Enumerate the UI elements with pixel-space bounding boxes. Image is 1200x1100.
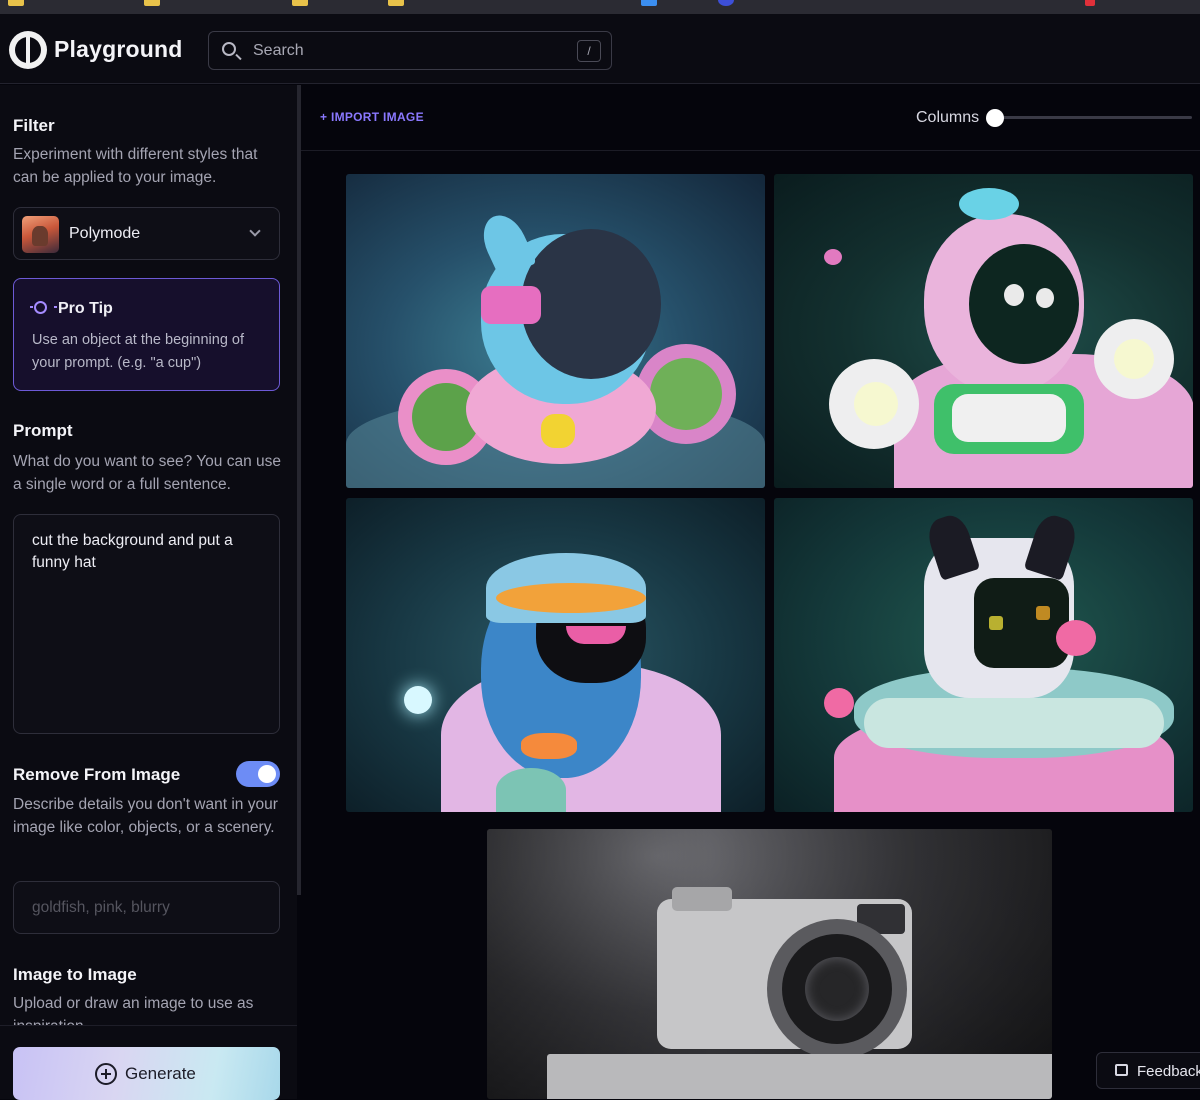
generate-footer: Generate: [0, 1025, 297, 1100]
sidebar: Filter Experiment with different styles …: [0, 85, 297, 1100]
filter-selected-label: Polymode: [69, 225, 141, 242]
search-input[interactable]: [253, 38, 553, 64]
generated-image[interactable]: [774, 498, 1193, 812]
remove-from-image-toggle[interactable]: [236, 761, 280, 787]
pro-tip-card: Pro Tip Use an object at the beginning o…: [13, 278, 280, 391]
pro-tip-text: Use an object at the beginning of your p…: [32, 332, 245, 371]
chevron-down-icon: [249, 225, 261, 237]
columns-slider-track[interactable]: [994, 116, 1192, 119]
message-icon: [1115, 1064, 1128, 1076]
folder-icon[interactable]: [292, 0, 308, 6]
plus-circle-icon: [95, 1063, 117, 1085]
playground-logo-icon[interactable]: [9, 31, 47, 69]
search-shortcut-badge: /: [577, 40, 601, 62]
lightbulb-icon: [30, 301, 57, 314]
prompt-textarea[interactable]: cut the background and put a funny hat: [13, 514, 280, 734]
generate-button[interactable]: Generate: [13, 1047, 280, 1100]
search-icon: [222, 42, 236, 56]
uploaded-image[interactable]: [487, 829, 1052, 1099]
feedback-button[interactable]: Feedback: [1096, 1052, 1200, 1089]
app-header: Playground /: [0, 14, 1200, 84]
generate-label: Generate: [125, 1064, 196, 1083]
filter-description: Experiment with different styles that ca…: [13, 146, 258, 186]
remove-from-image-title: Remove From Image: [13, 765, 181, 784]
bookmark-icon[interactable]: [718, 0, 734, 6]
columns-label: Columns: [916, 109, 980, 126]
search-bar[interactable]: /: [208, 31, 612, 70]
image-to-image-title: Image to Image: [13, 965, 137, 984]
folder-icon[interactable]: [388, 0, 404, 6]
canvas-toolbar: + IMPORT IMAGE Columns: [301, 85, 1200, 151]
generated-image[interactable]: [346, 174, 765, 488]
generated-image[interactable]: [774, 174, 1193, 488]
bookmark-icon[interactable]: [641, 0, 657, 6]
prompt-text[interactable]: cut the background and put a funny hat: [32, 530, 262, 574]
app-name[interactable]: Playground: [54, 36, 183, 63]
canvas-area: + IMPORT IMAGE Columns: [301, 85, 1200, 1099]
bookmarks-bar: [0, 0, 1200, 14]
filter-thumbnail: [22, 216, 59, 253]
import-image-button[interactable]: + IMPORT IMAGE: [320, 110, 424, 124]
columns-slider-thumb[interactable]: [986, 109, 1004, 127]
image-to-image-description: Upload or draw an image to use as inspir…: [13, 995, 254, 1026]
prompt-description: What do you want to see? You can use a s…: [13, 453, 281, 493]
folder-icon[interactable]: [8, 0, 24, 6]
negative-prompt-input[interactable]: [13, 881, 280, 934]
bookmark-icon[interactable]: [1085, 0, 1095, 6]
feedback-label: Feedback: [1137, 1063, 1200, 1080]
pro-tip-title: Pro Tip: [58, 300, 113, 317]
generated-image[interactable]: [346, 498, 765, 812]
prompt-title: Prompt: [13, 421, 73, 440]
folder-icon[interactable]: [144, 0, 160, 6]
filter-title: Filter: [13, 116, 55, 135]
filter-dropdown[interactable]: Polymode: [13, 207, 280, 260]
remove-from-image-description: Describe details you don't want in your …: [13, 796, 278, 836]
